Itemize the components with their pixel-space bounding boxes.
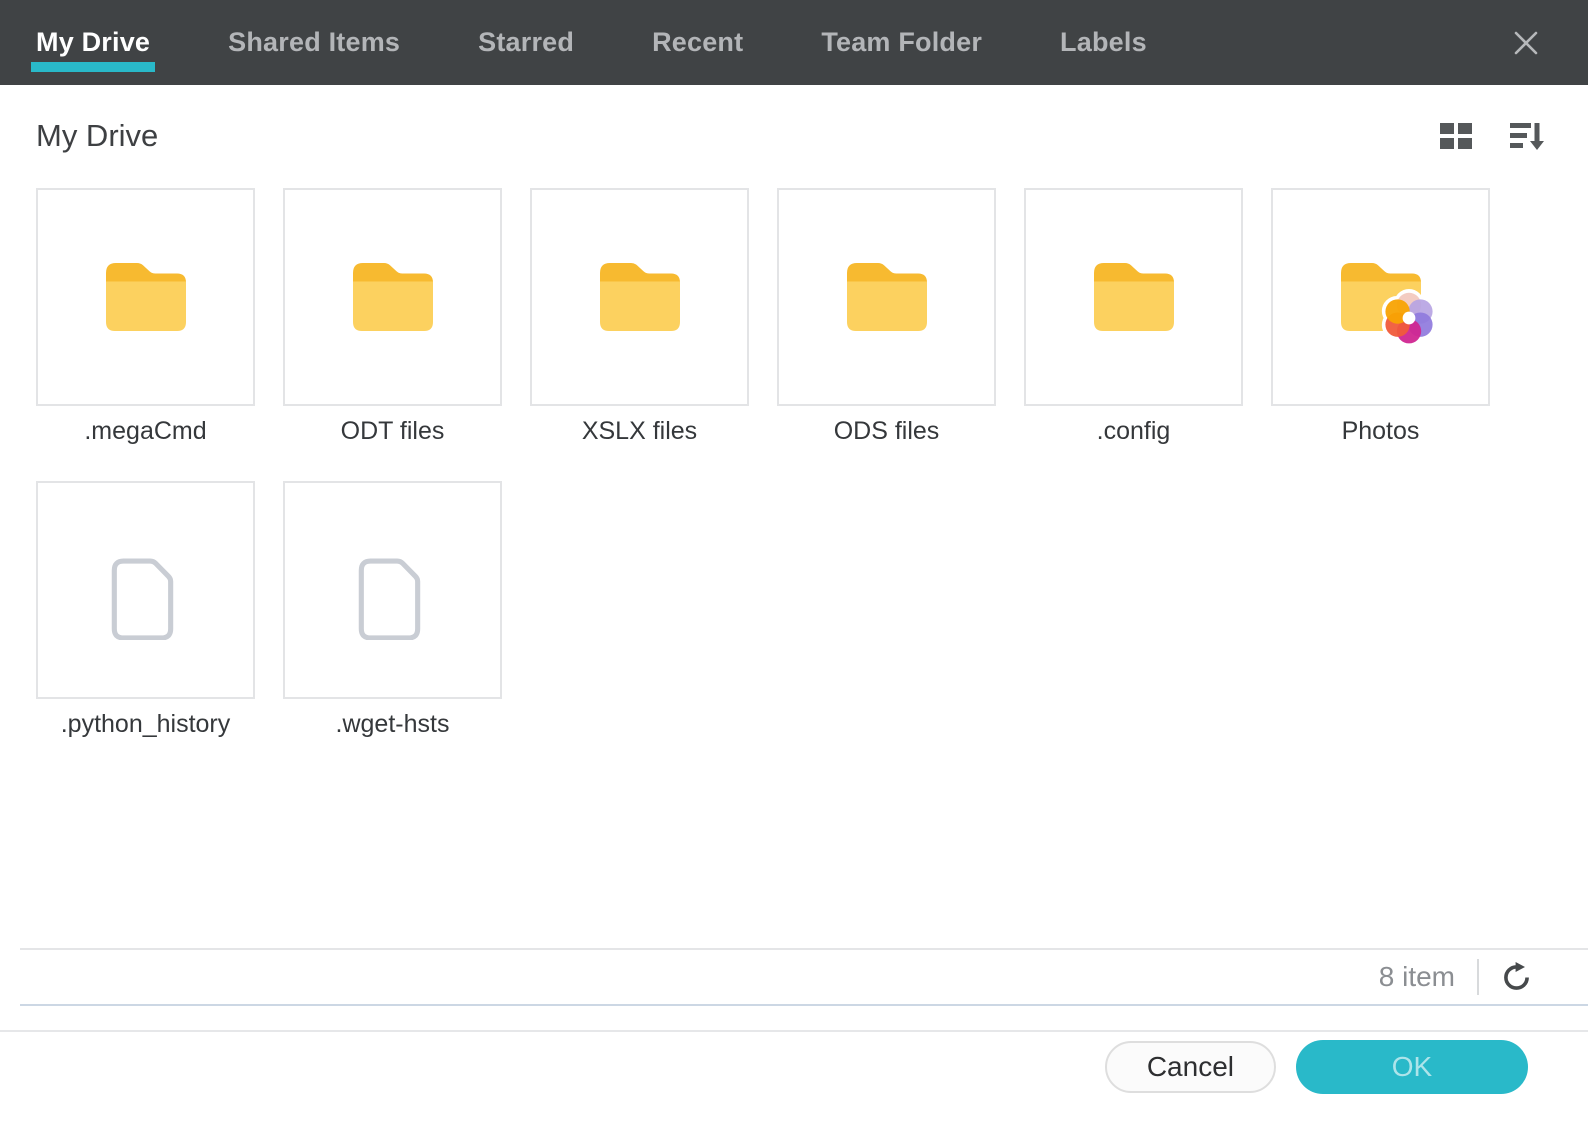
file-icon [111,558,173,641]
tab-label: Labels [1060,27,1147,57]
footer: Cancel OK [1104,1040,1528,1094]
item-count: 8 item [1378,961,1455,992]
tab-label: Starred [478,27,575,57]
refresh-button[interactable] [1501,961,1532,993]
grid-item[interactable]: Photos [1271,188,1490,446]
folder-icon [1093,263,1174,331]
tab-my-drive[interactable]: My Drive [30,0,156,85]
tab-label: Recent [652,27,744,57]
status-divider [1477,959,1479,995]
sort-button[interactable] [1510,121,1544,151]
content-header: My Drive [36,110,1544,162]
tab-bar: My Drive Shared Items Starred Recent Tea… [0,0,1588,85]
grid-item[interactable]: .python_history [36,481,255,739]
item-label: .wget-hsts [335,710,450,738]
grid-item[interactable]: ODS files [777,188,996,446]
item-card [283,188,502,406]
grid-view-button[interactable] [1440,122,1472,150]
item-label: .megaCmd [84,417,207,445]
item-label: ODS files [833,417,940,445]
view-controls [1440,121,1544,151]
photos-flower-icon [1381,289,1436,347]
item-card [1024,188,1243,406]
item-label: ODT files [340,417,445,445]
item-label: .config [1096,417,1171,445]
tab-label: My Drive [36,27,151,57]
tab-label: Shared Items [228,27,401,57]
grid-item[interactable]: XSLX files [530,188,749,446]
cancel-button[interactable]: Cancel [1104,1041,1276,1093]
tab-labels[interactable]: Labels [1060,0,1147,85]
refresh-icon [1504,961,1529,990]
item-card [530,188,749,406]
folder-icon [352,263,433,331]
status-bar: 8 item [20,948,1588,1006]
item-card [1271,188,1490,406]
close-button[interactable] [1504,21,1548,65]
file-icon [358,558,420,641]
close-icon [1514,31,1538,54]
tab-shared-items[interactable]: Shared Items [228,0,400,85]
item-card [36,481,255,699]
tab-recent[interactable]: Recent [652,0,743,85]
item-label: Photos [1341,417,1420,445]
tab-team-folder[interactable]: Team Folder [821,0,982,85]
tab-label: Team Folder [821,27,983,57]
item-label: XSLX files [581,417,698,445]
sort-descending-icon [1510,123,1544,150]
folder-icon [599,263,680,331]
file-picker-dialog: My Drive Shared Items Starred Recent Tea… [0,0,1588,1128]
grid-view-icon [1440,122,1472,149]
item-label: .python_history [60,710,231,738]
tab-list: My Drive Shared Items Starred Recent Tea… [30,0,1147,85]
folder-icon [846,263,927,331]
tab-starred[interactable]: Starred [478,0,574,85]
item-card [283,481,502,699]
item-card [36,188,255,406]
grid-item[interactable]: .config [1024,188,1243,446]
file-grid: .megaCmd ODT files XSLX files ODS files … [36,188,1516,739]
item-card [777,188,996,406]
grid-item[interactable]: .megaCmd [36,188,255,446]
grid-item[interactable]: .wget-hsts [283,481,502,739]
page-title: My Drive [36,118,159,153]
footer-separator [0,1030,1588,1032]
grid-item[interactable]: ODT files [283,188,502,446]
folder-icon [105,263,186,331]
ok-button[interactable]: OK [1296,1040,1528,1094]
